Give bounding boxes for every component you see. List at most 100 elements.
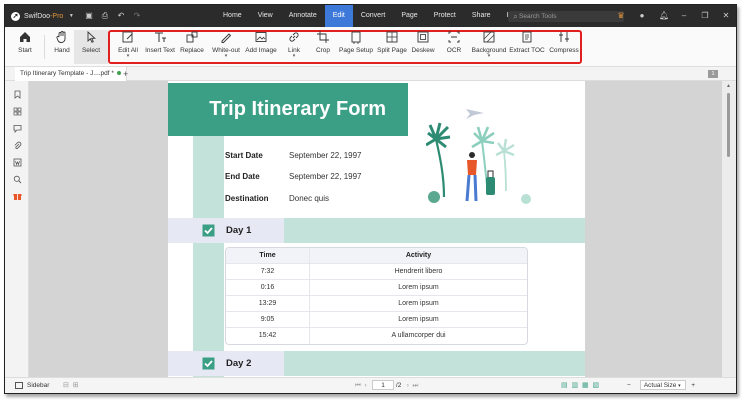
white-out-button[interactable]: White-out ▾ bbox=[207, 30, 245, 59]
attachment-icon[interactable] bbox=[13, 141, 22, 150]
last-page-icon[interactable]: ⏭︎ bbox=[413, 382, 419, 389]
checkbox-checked-icon[interactable] bbox=[202, 357, 215, 370]
compress-label: Compress bbox=[549, 47, 579, 54]
select-button[interactable]: Select bbox=[74, 30, 108, 64]
menu-home[interactable]: Home bbox=[215, 5, 250, 27]
toc-icon bbox=[522, 31, 532, 43]
saved-status-dot bbox=[116, 71, 121, 76]
time-cell: 7:32 bbox=[226, 264, 310, 279]
document-workspace: Trip Itinerary Form Start Date September… bbox=[29, 81, 722, 377]
gift-icon[interactable] bbox=[13, 192, 22, 201]
checkbox-checked-icon[interactable] bbox=[202, 224, 215, 237]
main-menu: Home View Annotate Edit Convert Page Pro… bbox=[215, 5, 529, 27]
link-icon bbox=[289, 32, 299, 42]
start-date-label: Start Date bbox=[225, 151, 263, 160]
app-window: ➚ SwifDoo-Pro ▼ ▣ ⎙ ↶ ↷ Home View Annota… bbox=[4, 4, 737, 394]
bookmark-icon[interactable] bbox=[13, 90, 22, 99]
grid-view-icon[interactable]: ▧ bbox=[593, 382, 600, 389]
vertical-scrollbar[interactable]: ▲ bbox=[722, 81, 736, 377]
two-page-view-icon[interactable]: ▦ bbox=[582, 382, 589, 389]
background-button[interactable]: Background ▾ bbox=[467, 30, 511, 59]
menu-view[interactable]: View bbox=[250, 5, 281, 27]
title-bar: ➚ SwifDoo-Pro ▼ ▣ ⎙ ↶ ↷ Home View Annota… bbox=[5, 5, 736, 27]
app-name: SwifDoo-Pro bbox=[24, 12, 64, 20]
page-navigation: ⏮︎ ‹ 1 /2 › ⏭︎ bbox=[355, 378, 419, 393]
add-tab-button[interactable]: + bbox=[123, 67, 128, 81]
search-icon[interactable] bbox=[13, 175, 22, 184]
table-header-row: Time Activity bbox=[226, 248, 527, 264]
continuous-view-icon[interactable]: ▥ bbox=[572, 382, 579, 389]
compress-button[interactable]: Compress bbox=[545, 30, 583, 54]
current-page-input[interactable]: 1 bbox=[372, 380, 395, 391]
document-tab[interactable]: Trip Itinerary Template - J....pdf * bbox=[15, 67, 127, 81]
menu-protect[interactable]: Protect bbox=[426, 5, 464, 27]
comment-icon[interactable] bbox=[13, 124, 22, 133]
single-page-view-icon[interactable]: ▤ bbox=[561, 382, 568, 389]
page-count-badge[interactable]: 1 bbox=[708, 70, 718, 78]
table-row: 13:29 Lorem ipsum bbox=[226, 296, 527, 312]
extract-toc-button[interactable]: Extract TOC bbox=[507, 30, 547, 54]
zoom-select[interactable]: Actual Size ▾ bbox=[639, 380, 686, 391]
table-row: 9:05 Lorem ipsum bbox=[226, 312, 527, 328]
next-page-icon[interactable]: › bbox=[407, 382, 409, 389]
previous-page-icon[interactable]: ‹ bbox=[364, 382, 366, 389]
crown-icon[interactable]: ♛ bbox=[617, 12, 625, 20]
activity-cell: A ullamcorper dui bbox=[391, 332, 446, 339]
insert-text-icon bbox=[155, 32, 166, 42]
scroll-up-icon[interactable]: ▲ bbox=[726, 83, 731, 89]
crop-icon bbox=[317, 31, 329, 43]
start-label: Start bbox=[18, 47, 32, 54]
page-setup-icon bbox=[351, 31, 361, 44]
close-icon[interactable]: ✕ bbox=[722, 12, 730, 20]
left-sidebar bbox=[5, 81, 29, 377]
edit-all-button[interactable]: Edit All ▾ bbox=[111, 30, 145, 59]
bell-icon[interactable]: 🔔︎ bbox=[659, 12, 669, 20]
start-button[interactable]: Start bbox=[8, 30, 42, 54]
sidebar-toggle[interactable]: Sidebar bbox=[15, 378, 49, 393]
minimize-icon[interactable]: – bbox=[680, 12, 688, 20]
zoom-in-icon[interactable]: + bbox=[691, 382, 695, 389]
scrollbar-thumb[interactable] bbox=[727, 93, 730, 157]
account-icon[interactable]: ● bbox=[638, 12, 646, 20]
end-date-value: September 22, 1997 bbox=[289, 172, 362, 181]
deskew-button[interactable]: Deskew bbox=[406, 30, 440, 54]
menu-page[interactable]: Page bbox=[393, 5, 425, 27]
traveler-illustration bbox=[426, 109, 531, 204]
page-setup-button[interactable]: Page Setup bbox=[337, 30, 375, 54]
redo-icon[interactable]: ↷ bbox=[133, 12, 141, 20]
restore-icon[interactable]: ❐ bbox=[701, 12, 709, 20]
fit-page-icon[interactable]: ⊞ bbox=[73, 382, 79, 389]
undo-icon[interactable]: ↶ bbox=[117, 12, 125, 20]
add-image-button[interactable]: Add Image bbox=[241, 30, 281, 54]
split-page-label: Split Page bbox=[377, 47, 407, 54]
crop-button[interactable]: Crop bbox=[306, 30, 340, 54]
cursor-arrow-icon bbox=[87, 30, 96, 43]
ocr-button[interactable]: OCR bbox=[437, 30, 471, 54]
zoom-controls: − Actual Size ▾ + bbox=[627, 378, 695, 393]
zoom-out-icon[interactable]: − bbox=[627, 382, 631, 389]
decorative-stripe bbox=[193, 136, 224, 377]
time-cell: 15:42 bbox=[226, 328, 310, 344]
day-band-right bbox=[284, 218, 585, 243]
print-icon[interactable]: ⎙ bbox=[101, 12, 109, 20]
destination-value: Donec quis bbox=[289, 194, 330, 203]
menu-convert[interactable]: Convert bbox=[353, 5, 394, 27]
save-icon[interactable]: ▣ bbox=[85, 12, 93, 20]
word-count-icon[interactable] bbox=[13, 158, 22, 167]
fit-width-icon[interactable]: ⊟ bbox=[63, 382, 69, 389]
extract-toc-label: Extract TOC bbox=[509, 47, 545, 54]
menu-share[interactable]: Share bbox=[464, 5, 499, 27]
insert-text-button[interactable]: Insert Text bbox=[143, 30, 177, 54]
menu-annotate[interactable]: Annotate bbox=[281, 5, 325, 27]
app-logo[interactable]: ➚ SwifDoo-Pro ▼ bbox=[11, 5, 75, 27]
status-bar: Sidebar ⊟ ⊞ ⏮︎ ‹ 1 /2 › ⏭︎ ▤ ▥ ▦ ▧ − Act… bbox=[5, 377, 736, 393]
end-date-label: End Date bbox=[225, 172, 260, 181]
menu-edit[interactable]: Edit bbox=[324, 5, 353, 27]
thumbnails-icon[interactable] bbox=[13, 107, 22, 116]
activity-cell: Hendrerit libero bbox=[394, 268, 443, 275]
search-tools-input[interactable]: ⌕ Search Tools bbox=[508, 11, 624, 22]
first-page-icon[interactable]: ⏮︎ bbox=[355, 382, 361, 389]
image-icon bbox=[255, 32, 267, 42]
replace-button[interactable]: Replace bbox=[175, 30, 209, 54]
edit-all-icon bbox=[122, 31, 133, 43]
